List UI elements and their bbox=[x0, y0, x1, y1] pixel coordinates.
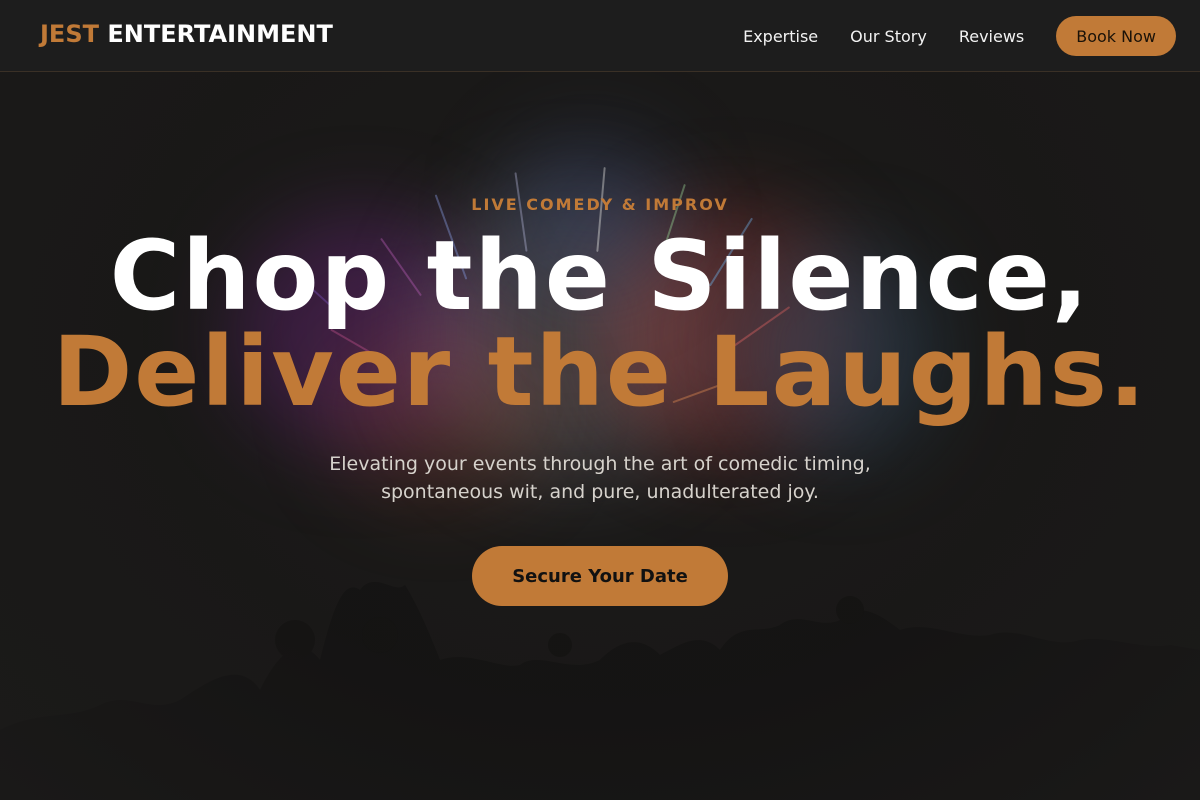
hero-eyebrow: LIVE COMEDY & IMPROV bbox=[471, 195, 729, 214]
headline-line-1: Chop the Silence, bbox=[109, 220, 1091, 332]
nav-link-reviews[interactable]: Reviews bbox=[959, 27, 1024, 46]
logo-accent-text: JEST bbox=[40, 20, 99, 48]
hero-overlay bbox=[0, 72, 1200, 800]
nav-link-our-story[interactable]: Our Story bbox=[850, 27, 927, 46]
landing-page: JEST ENTERTAINMENT Expertise Our Story R… bbox=[0, 0, 1200, 800]
nav-link-expertise[interactable]: Expertise bbox=[743, 27, 818, 46]
main-nav: Expertise Our Story Reviews Book Now bbox=[743, 16, 1176, 56]
hero-headline: Chop the Silence, Deliver the Laughs. bbox=[0, 228, 1200, 420]
headline-line-2: Deliver the Laughs. bbox=[52, 316, 1148, 428]
site-header: JEST ENTERTAINMENT Expertise Our Story R… bbox=[0, 0, 1200, 72]
secure-your-date-button[interactable]: Secure Your Date bbox=[472, 546, 728, 606]
book-now-button[interactable]: Book Now bbox=[1056, 16, 1176, 56]
brand-logo[interactable]: JEST ENTERTAINMENT bbox=[40, 20, 333, 48]
hero-background-image bbox=[0, 72, 1200, 800]
logo-main-text: ENTERTAINMENT bbox=[107, 20, 333, 48]
hero-subtitle: Elevating your events through the art of… bbox=[329, 453, 871, 503]
